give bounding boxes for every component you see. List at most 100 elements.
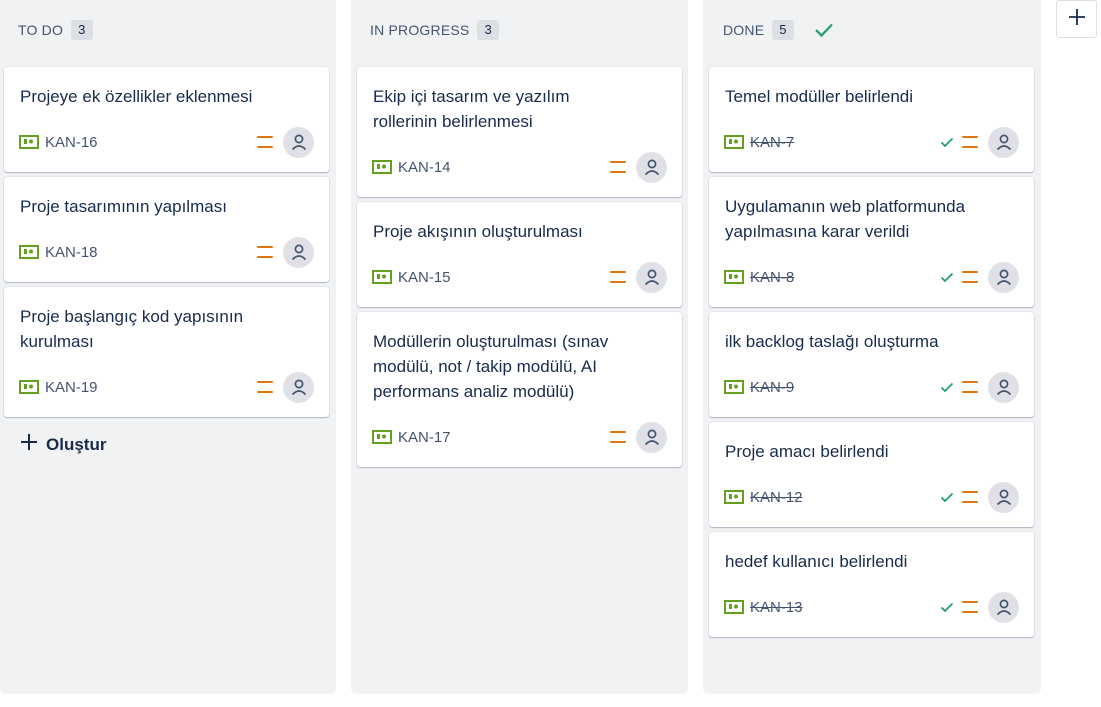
priority-medium-icon bbox=[257, 246, 273, 258]
column-count-badge: 3 bbox=[71, 20, 93, 40]
column-header: TO DO 3 bbox=[18, 19, 93, 41]
card-footer: KAN-15 bbox=[372, 261, 667, 293]
assignee-avatar[interactable] bbox=[988, 126, 1019, 158]
issue-key[interactable]: KAN-19 bbox=[45, 379, 98, 396]
card-title: Uygulamanın web platformunda yapılmasına… bbox=[725, 197, 966, 241]
card-title: Temel modüller belirlendi bbox=[725, 87, 914, 106]
check-icon bbox=[940, 602, 954, 613]
issue-card[interactable]: ilk backlog taslağı oluşturma KAN-9 bbox=[709, 312, 1034, 417]
column-title: IN PROGRESS bbox=[370, 22, 470, 38]
story-icon bbox=[372, 270, 392, 284]
column-title: TO DO bbox=[18, 22, 64, 38]
card-title: hedef kullanıcı belirlendi bbox=[725, 552, 908, 571]
column-count-badge: 3 bbox=[477, 20, 499, 40]
story-icon bbox=[372, 160, 392, 174]
issue-key[interactable]: KAN-9 bbox=[750, 379, 794, 396]
column-in-progress: IN PROGRESS 3 Ekip içi tasarım ve yazılı… bbox=[351, 0, 688, 694]
issue-key[interactable]: KAN-13 bbox=[750, 599, 803, 616]
card-footer: KAN-19 bbox=[19, 371, 314, 403]
issue-card[interactable]: Proje tasarımının yapılması KAN-18 bbox=[4, 177, 329, 282]
issue-key[interactable]: KAN-16 bbox=[45, 134, 98, 151]
plus-icon bbox=[20, 433, 38, 456]
story-icon bbox=[724, 600, 744, 614]
issue-card[interactable]: Proje amacı belirlendi KAN-12 bbox=[709, 422, 1034, 527]
issue-key[interactable]: KAN-15 bbox=[398, 269, 451, 286]
issue-key[interactable]: KAN-12 bbox=[750, 489, 803, 506]
plus-icon bbox=[1068, 8, 1086, 31]
story-icon bbox=[724, 270, 744, 284]
card-title: Ekip içi tasarım ve yazılım rollerinin b… bbox=[373, 87, 570, 131]
card-title: Projeye ek özellikler eklenmesi bbox=[20, 87, 253, 106]
priority-medium-icon bbox=[610, 161, 626, 173]
card-title: Proje akışının oluşturulması bbox=[373, 222, 583, 241]
column-header: DONE 5 bbox=[723, 19, 834, 41]
issue-key[interactable]: KAN-7 bbox=[750, 134, 794, 151]
story-icon bbox=[724, 380, 744, 394]
column-header: IN PROGRESS 3 bbox=[370, 19, 499, 41]
issue-card[interactable]: Proje akışının oluşturulması KAN-15 bbox=[357, 202, 682, 307]
assignee-avatar[interactable] bbox=[283, 371, 314, 403]
card-title: Proje tasarımının yapılması bbox=[20, 197, 227, 216]
add-column-button[interactable] bbox=[1056, 0, 1097, 38]
priority-medium-icon bbox=[962, 136, 978, 148]
story-icon bbox=[724, 135, 744, 149]
card-title: ilk backlog taslağı oluşturma bbox=[725, 332, 939, 351]
card-footer: KAN-13 bbox=[724, 591, 1019, 623]
card-title: Modüllerin oluşturulması (sınav modülü, … bbox=[373, 332, 609, 401]
check-icon bbox=[814, 22, 834, 38]
priority-medium-icon bbox=[257, 381, 273, 393]
card-title: Proje başlangıç kod yapısının kurulması bbox=[20, 307, 244, 351]
check-icon bbox=[940, 272, 954, 283]
create-issue-button[interactable]: Oluştur bbox=[20, 433, 106, 456]
card-footer: KAN-17 bbox=[372, 421, 667, 453]
check-icon bbox=[940, 382, 954, 393]
column-title: DONE bbox=[723, 22, 765, 38]
issue-key[interactable]: KAN-14 bbox=[398, 159, 451, 176]
card-footer: KAN-8 bbox=[724, 261, 1019, 293]
story-icon bbox=[19, 245, 39, 259]
issue-key[interactable]: KAN-18 bbox=[45, 244, 98, 261]
issue-key[interactable]: KAN-17 bbox=[398, 429, 451, 446]
issue-card[interactable]: hedef kullanıcı belirlendi KAN-13 bbox=[709, 532, 1034, 637]
issue-card[interactable]: Temel modüller belirlendi KAN-7 bbox=[709, 67, 1034, 172]
priority-medium-icon bbox=[962, 381, 978, 393]
story-icon bbox=[19, 135, 39, 149]
assignee-avatar[interactable] bbox=[636, 151, 667, 183]
card-footer: KAN-16 bbox=[19, 126, 314, 158]
priority-medium-icon bbox=[962, 601, 978, 613]
assignee-avatar[interactable] bbox=[988, 591, 1019, 623]
story-icon bbox=[372, 430, 392, 444]
card-footer: KAN-7 bbox=[724, 126, 1019, 158]
issue-key[interactable]: KAN-8 bbox=[750, 269, 794, 286]
story-icon bbox=[724, 490, 744, 504]
card-footer: KAN-9 bbox=[724, 371, 1019, 403]
issue-card[interactable]: Ekip içi tasarım ve yazılım rollerinin b… bbox=[357, 67, 682, 197]
column-todo: TO DO 3 Projeye ek özellikler eklenmesi … bbox=[0, 0, 336, 694]
card-footer: KAN-12 bbox=[724, 481, 1019, 513]
assignee-avatar[interactable] bbox=[283, 236, 314, 268]
assignee-avatar[interactable] bbox=[988, 371, 1019, 403]
priority-medium-icon bbox=[610, 271, 626, 283]
assignee-avatar[interactable] bbox=[636, 261, 667, 293]
check-icon bbox=[940, 492, 954, 503]
card-footer: KAN-18 bbox=[19, 236, 314, 268]
assignee-avatar[interactable] bbox=[283, 126, 314, 158]
card-title: Proje amacı belirlendi bbox=[725, 442, 889, 461]
issue-card[interactable]: Modüllerin oluşturulması (sınav modülü, … bbox=[357, 312, 682, 467]
issue-card[interactable]: Uygulamanın web platformunda yapılmasına… bbox=[709, 177, 1034, 307]
issue-card[interactable]: Proje başlangıç kod yapısının kurulması … bbox=[4, 287, 329, 417]
assignee-avatar[interactable] bbox=[636, 421, 667, 453]
column-count-badge: 5 bbox=[772, 20, 794, 40]
assignee-avatar[interactable] bbox=[988, 481, 1019, 513]
column-done: DONE 5 Temel modüller belirlendi KAN-7 U… bbox=[703, 0, 1041, 694]
priority-medium-icon bbox=[962, 491, 978, 503]
priority-medium-icon bbox=[962, 271, 978, 283]
priority-medium-icon bbox=[610, 431, 626, 443]
card-footer: KAN-14 bbox=[372, 151, 667, 183]
issue-card[interactable]: Projeye ek özellikler eklenmesi KAN-16 bbox=[4, 67, 329, 172]
check-icon bbox=[940, 137, 954, 148]
create-label: Oluştur bbox=[46, 434, 107, 454]
assignee-avatar[interactable] bbox=[988, 261, 1019, 293]
priority-medium-icon bbox=[257, 136, 273, 148]
story-icon bbox=[19, 380, 39, 394]
